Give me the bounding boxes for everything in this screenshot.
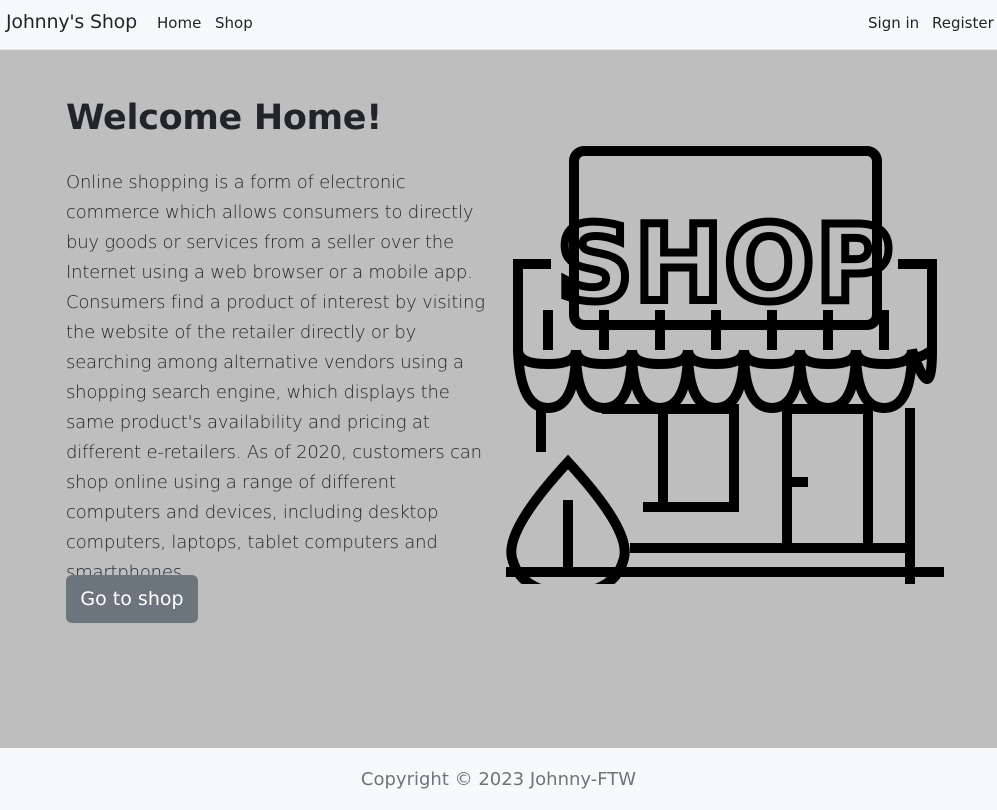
navbar: Johnny's Shop Home Shop Sign in Register xyxy=(0,0,997,50)
go-to-shop-button[interactable]: Go to shop xyxy=(66,575,198,623)
nav-link-shop[interactable]: Shop xyxy=(215,14,253,32)
shop-sign-text: SHOP xyxy=(557,203,895,325)
brand-link[interactable]: Johnny's Shop xyxy=(6,11,137,33)
sign-in-link[interactable]: Sign in xyxy=(868,14,919,32)
hero-description: Online shopping is a form of electronic … xyxy=(66,172,485,583)
storefront-icon: SHOP xyxy=(506,146,944,584)
nav-link-home[interactable]: Home xyxy=(157,14,201,32)
copyright-text: Copyright © 2023 Johnny-FTW xyxy=(360,769,637,790)
hero-section: Welcome Home! Online shopping is a form … xyxy=(0,50,997,748)
page-title: Welcome Home! xyxy=(66,98,382,138)
register-link[interactable]: Register xyxy=(932,14,994,32)
footer: Copyright © 2023 Johnny-FTW xyxy=(0,748,997,810)
